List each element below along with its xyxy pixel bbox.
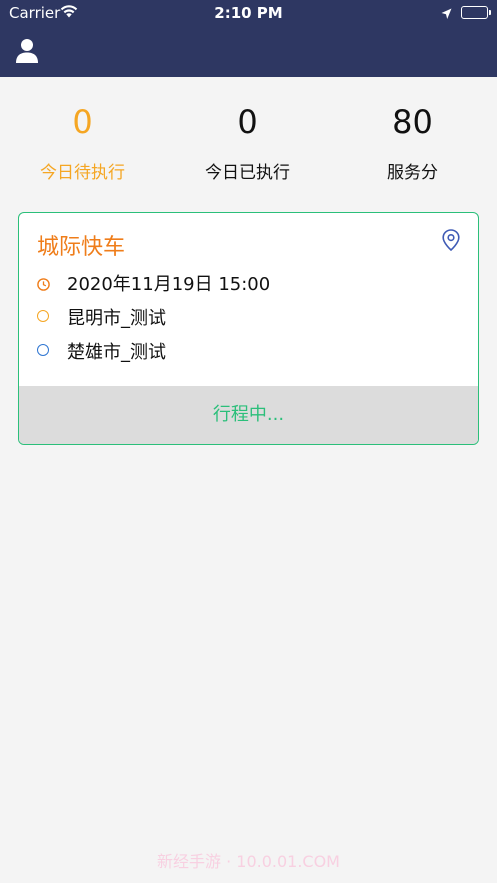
app-header: Carrier 2:10 PM bbox=[0, 0, 497, 77]
stat-pending-today[interactable]: 0 今日待执行 bbox=[0, 100, 165, 183]
stat-value: 0 bbox=[72, 103, 93, 141]
trip-datetime-row: 2020年11月19日 15:00 bbox=[37, 270, 457, 295]
trip-datetime: 2020年11月19日 15:00 bbox=[67, 274, 271, 295]
stat-value: 0 bbox=[237, 103, 258, 141]
destination-dot-icon bbox=[37, 344, 49, 356]
trip-status-button[interactable]: 行程中... bbox=[19, 386, 478, 444]
stat-label: 今日已执行 bbox=[205, 163, 290, 183]
stat-value: 80 bbox=[392, 103, 433, 141]
trip-origin-row: 昆明市_测试 bbox=[37, 304, 457, 329]
trip-destination: 楚雄市_测试 bbox=[67, 342, 166, 363]
watermark: 新经手游 · 10.0.01.COM bbox=[157, 852, 340, 871]
stat-label: 服务分 bbox=[387, 163, 438, 183]
status-time: 2:10 PM bbox=[214, 4, 283, 22]
trip-destination-row: 楚雄市_测试 bbox=[37, 338, 457, 363]
trip-origin: 昆明市_测试 bbox=[67, 308, 166, 329]
stat-label: 今日待执行 bbox=[40, 163, 125, 183]
status-bar: Carrier 2:10 PM bbox=[0, 0, 497, 26]
clock-icon bbox=[37, 276, 50, 295]
map-pin-icon[interactable] bbox=[442, 229, 460, 255]
origin-dot-icon bbox=[37, 310, 49, 322]
user-icon[interactable] bbox=[15, 38, 39, 64]
trip-card[interactable]: 城际快车 2020年11月19日 15:00 昆明市_测试 楚雄市_测试 行程中… bbox=[18, 212, 479, 445]
stat-service-score[interactable]: 80 服务分 bbox=[330, 100, 495, 183]
trip-title: 城际快车 bbox=[37, 235, 126, 260]
stats-summary: 0 今日待执行 0 今日已执行 80 服务分 bbox=[0, 100, 497, 190]
location-arrow-icon bbox=[441, 5, 452, 24]
battery-icon bbox=[461, 6, 491, 19]
stat-executed-today[interactable]: 0 今日已执行 bbox=[165, 100, 330, 183]
